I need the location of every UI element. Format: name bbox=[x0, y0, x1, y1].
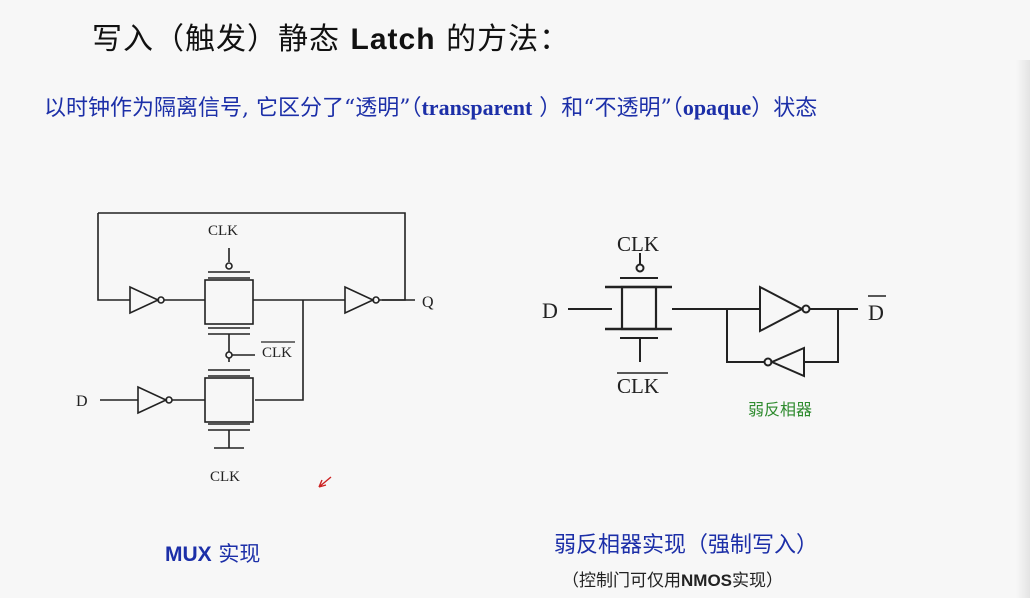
mux-inverter-feedback bbox=[129, 285, 160, 315]
mux-q-label: Q bbox=[422, 294, 434, 311]
weak-clk-top-label: CLK bbox=[617, 232, 659, 256]
note-suffix: 实现） bbox=[732, 571, 783, 591]
mux-caption-cn: 实现 bbox=[211, 542, 261, 566]
weak-feedback-left bbox=[726, 309, 764, 363]
weak-inverter-label: 弱反相器 bbox=[748, 400, 813, 419]
weak-tgate-rails bbox=[605, 285, 672, 331]
weak-tgate bbox=[620, 285, 658, 331]
weak-caption-note: （控制门可仅用NMOS实现） bbox=[562, 566, 783, 591]
mux-clk-top-label: CLK bbox=[208, 223, 238, 239]
mux-tgate-clkbar-lead bbox=[228, 354, 255, 362]
cursor-icon bbox=[318, 476, 332, 488]
slide-edge-shadow bbox=[1016, 60, 1030, 598]
slide: 写入（触发）静态 Latch 的方法： 以时钟作为隔离信号, 它区分了“透明”（… bbox=[0, 0, 1030, 598]
mux-tgate-bottom bbox=[204, 377, 254, 423]
mux-feedback-wire bbox=[98, 212, 406, 301]
mux-caption: MUX 实现 bbox=[165, 538, 260, 568]
weak-feedback-inverter bbox=[769, 346, 805, 378]
weak-caption: 弱反相器实现（强制写入） bbox=[554, 533, 819, 558]
mux-clk-bottom-label: CLK bbox=[210, 469, 240, 485]
weak-dbar-label: D bbox=[868, 300, 884, 325]
mux-inverter-d bbox=[137, 385, 168, 415]
circuit-diagrams: CLK CLK CLK D Q CLK CLK D D bbox=[76, 212, 886, 488]
mux-d-label: D bbox=[76, 393, 88, 410]
mux-tgate-top bbox=[204, 279, 254, 325]
weak-tgate-bubble bbox=[635, 263, 645, 273]
mux-caption-en: MUX bbox=[165, 543, 212, 566]
weak-inverter-circuit bbox=[568, 253, 858, 378]
mux-feedback-left-wire bbox=[97, 213, 130, 301]
weak-clkbar-label: CLK bbox=[617, 374, 659, 398]
note-prefix: （控制门可仅用 bbox=[562, 571, 681, 591]
mux-tgate-top-bubble bbox=[225, 262, 233, 270]
mux-clkbar-label: CLK bbox=[262, 345, 292, 361]
weak-d-label: D bbox=[542, 298, 558, 323]
mux-tgate-bottom-plates bbox=[208, 369, 250, 431]
weak-main-inverter bbox=[759, 285, 805, 333]
mux-inverter-output bbox=[344, 285, 375, 315]
weak-feedback-right bbox=[804, 309, 839, 363]
mux-latch-circuit bbox=[97, 212, 415, 449]
note-nmos: NMOS bbox=[681, 571, 732, 590]
mux-tgate-clkbar-bubble bbox=[225, 351, 233, 359]
